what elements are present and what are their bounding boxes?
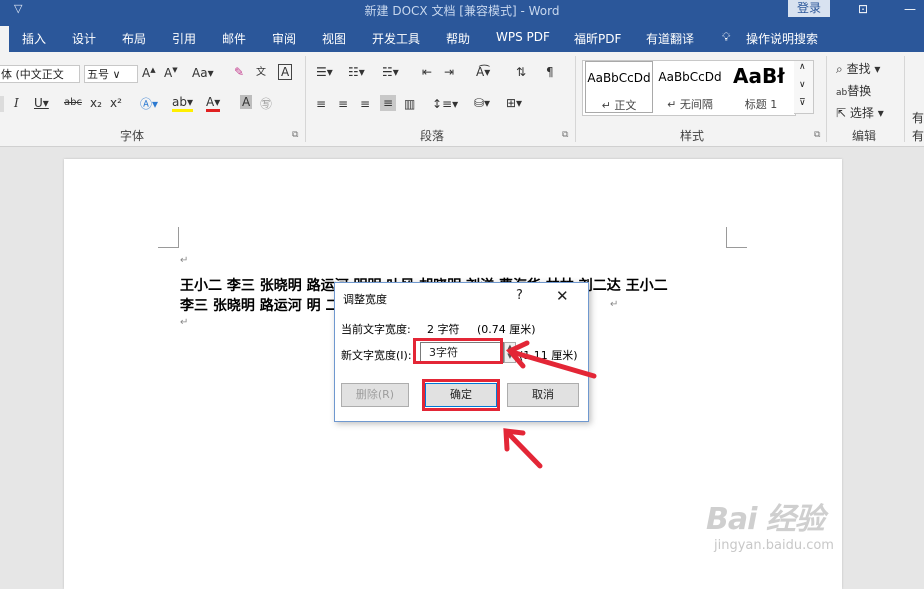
watermark-url: jingyan.baidu.com (714, 538, 834, 553)
annotation-arrows (503, 340, 597, 469)
arrow-shaft (504, 429, 543, 469)
baidu-watermark: Bai 经验 jingyan.baidu.com (706, 494, 834, 553)
watermark-logo: Bai 经验 (706, 502, 825, 537)
